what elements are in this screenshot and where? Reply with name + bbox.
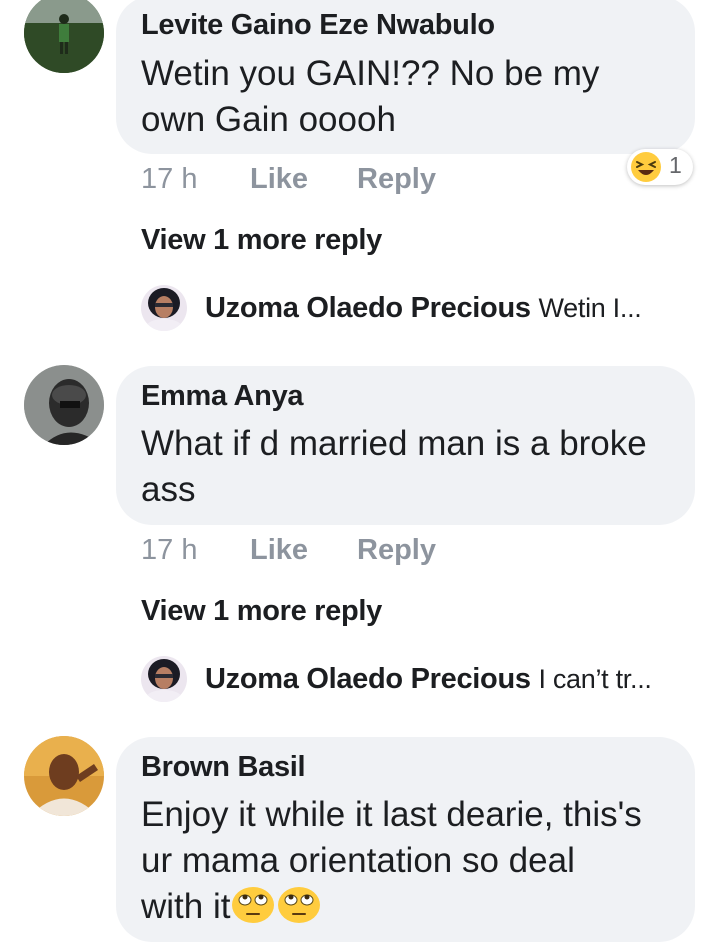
comment-text-line-last: with it bbox=[141, 884, 686, 930]
commenter-avatar[interactable] bbox=[24, 736, 104, 816]
reply-button[interactable]: Reply bbox=[357, 534, 436, 567]
comment-text-line: with it bbox=[141, 887, 231, 926]
reply-snippet: Wetin I... bbox=[538, 293, 642, 323]
reply-author[interactable]: Uzoma Olaedo Precious bbox=[205, 292, 531, 324]
comment-bubble: Brown Basil Enjoy it while it last deari… bbox=[116, 737, 695, 942]
reply-snippet: I can’t tr... bbox=[538, 664, 652, 694]
reaction-summary[interactable]: 1 bbox=[627, 149, 693, 185]
comment-bubble: Levite Gaino Eze Nwabulo Wetin you GAIN!… bbox=[116, 0, 695, 154]
like-button[interactable]: Like bbox=[250, 163, 308, 196]
reply-button[interactable]: Reply bbox=[357, 163, 436, 196]
comment-text-line: ur mama orientation so deal bbox=[141, 841, 575, 880]
comment-author[interactable]: Brown Basil bbox=[141, 751, 306, 784]
reply-author[interactable]: Uzoma Olaedo Precious bbox=[205, 663, 531, 695]
laughing-emoji-icon bbox=[631, 152, 661, 182]
comment-text: Wetin you GAIN!?? No be my own Gain oooo… bbox=[141, 51, 686, 143]
rolling-eyes-emoji-icon bbox=[232, 886, 275, 923]
comment-text-line: Enjoy it while it last dearie, this's bbox=[141, 795, 642, 834]
view-more-replies-link[interactable]: View 1 more reply bbox=[141, 224, 382, 257]
commenter-avatar[interactable] bbox=[24, 365, 104, 445]
comment-text-line: own Gain ooooh bbox=[141, 100, 396, 139]
comment-timestamp: 17 h bbox=[141, 534, 198, 566]
comment-bubble: Emma Anya What if d married man is a bro… bbox=[116, 366, 695, 525]
commenter-avatar[interactable] bbox=[24, 0, 104, 73]
comment-author[interactable]: Emma Anya bbox=[141, 380, 304, 413]
reply-preview[interactable]: Uzoma Olaedo Precious Wetin I... bbox=[205, 292, 642, 325]
comment-text: Enjoy it while it last dearie, this's ur… bbox=[141, 792, 686, 930]
rolling-eyes-emoji-icon bbox=[278, 886, 321, 923]
reaction-count: 1 bbox=[669, 152, 682, 178]
reply-avatar[interactable] bbox=[141, 285, 187, 331]
view-more-replies-link[interactable]: View 1 more reply bbox=[141, 595, 382, 628]
comment-text-line: Wetin you GAIN!?? No be my bbox=[141, 54, 600, 93]
comment-timestamp: 17 h bbox=[141, 163, 198, 195]
comment-author[interactable]: Levite Gaino Eze Nwabulo bbox=[141, 9, 495, 42]
reply-preview[interactable]: Uzoma Olaedo Precious I can’t tr... bbox=[205, 663, 652, 696]
like-button[interactable]: Like bbox=[250, 534, 308, 567]
comment-text-line: ass bbox=[141, 470, 196, 509]
reply-avatar[interactable] bbox=[141, 656, 187, 702]
comment-text: What if d married man is a broke ass bbox=[141, 421, 686, 513]
comment-text-line: What if d married man is a broke bbox=[141, 424, 647, 463]
